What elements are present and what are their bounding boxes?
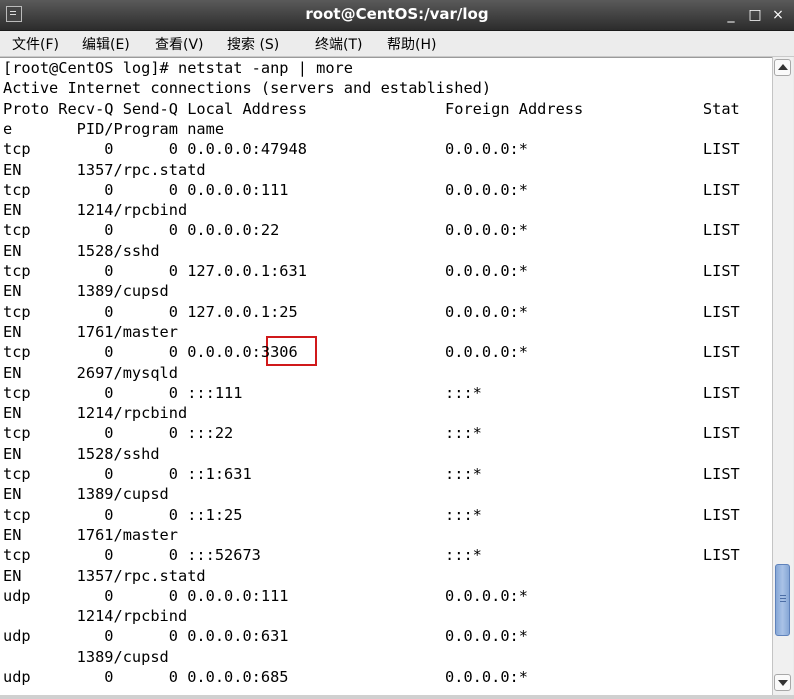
terminal-line: tcp 0 0 0.0.0.0:47948 0.0.0.0:* LIST <box>3 140 740 159</box>
window-title: root@CentOS:/var/log <box>305 5 489 23</box>
scroll-up-button[interactable] <box>774 59 791 76</box>
window-bottom-edge <box>0 695 794 699</box>
menu-edit[interactable]: 编辑(E) <box>82 34 130 54</box>
terminal-line: EN 1761/master <box>3 322 178 341</box>
scroll-down-button[interactable] <box>774 674 791 691</box>
grip-line <box>780 601 786 603</box>
grip-line <box>780 595 786 597</box>
menu-view[interactable]: 查看(V) <box>155 34 204 54</box>
terminal-line: EN 1761/master <box>3 525 178 544</box>
terminal-line: EN 2697/mysqld <box>3 363 178 382</box>
menu-terminal[interactable]: 终端(T) <box>315 34 362 54</box>
minimize-icon[interactable]: _ <box>721 5 741 25</box>
terminal-line: Active Internet connections (servers and… <box>3 79 492 98</box>
terminal-line: tcp 0 0 ::1:25 :::* LIST <box>3 505 740 524</box>
terminal-line: EN 1389/cupsd <box>3 282 169 301</box>
terminal-line: EN 1528/sshd <box>3 241 160 260</box>
menu-help[interactable]: 帮助(H) <box>387 34 436 54</box>
terminal-line: EN 1528/sshd <box>3 444 160 463</box>
terminal-line: udp 0 0 0.0.0.0:685 0.0.0.0:* <box>3 668 528 686</box>
title-bar[interactable]: root@CentOS:/var/log _ □ × <box>0 0 794 31</box>
maximize-icon[interactable]: □ <box>745 5 765 25</box>
terminal-line: e PID/Program name <box>3 119 225 138</box>
terminal-line: EN 1214/rpcbind <box>3 404 188 423</box>
terminal-window: root@CentOS:/var/log _ □ × 文件(F) 编辑(E) 查… <box>0 0 794 699</box>
terminal-line: EN 1357/rpc.statd <box>3 160 206 179</box>
scrollbar-thumb[interactable] <box>775 564 790 637</box>
arrow-down-icon <box>778 680 788 686</box>
menu-search[interactable]: 搜索 (S) <box>227 34 279 54</box>
terminal-line: EN 1389/cupsd <box>3 485 169 504</box>
terminal-line: 1389/cupsd <box>3 647 169 666</box>
terminal-line: tcp 0 0 127.0.0.1:25 0.0.0.0:* LIST <box>3 302 740 321</box>
terminal-output[interactable]: [root@CentOS log]# netstat -anp | more Ac… <box>0 57 772 696</box>
terminal-line: tcp 0 0 0.0.0.0:22 0.0.0.0:* LIST <box>3 221 740 240</box>
terminal-line: udp 0 0 0.0.0.0:631 0.0.0.0:* <box>3 627 528 646</box>
arrow-up-icon <box>778 64 788 70</box>
terminal-line: tcp 0 0 ::1:631 :::* LIST <box>3 465 740 483</box>
terminal-line: tcp 0 0 127.0.0.1:631 0.0.0.0:* LIST <box>3 262 740 280</box>
terminal-line: udp 0 0 0.0.0.0:111 0.0.0.0:* <box>3 586 528 605</box>
terminal-line: tcp 0 0 :::52673 :::* LIST <box>3 546 740 565</box>
close-icon[interactable]: × <box>768 5 788 25</box>
terminal-line: EN 1357/rpc.statd <box>3 566 206 585</box>
terminal-line: Proto Recv-Q Send-Q Local Address Foreig… <box>3 99 740 118</box>
menu-file[interactable]: 文件(F) <box>12 34 59 54</box>
terminal-line: tcp 0 0 :::22 :::* LIST <box>3 424 740 443</box>
terminal-line: [root@CentOS log]# netstat -anp | more <box>3 59 353 77</box>
terminal-line: EN 1214/rpcbind <box>3 201 188 220</box>
grip-line <box>780 598 786 600</box>
terminal-line: 1214/rpcbind <box>3 607 188 626</box>
terminal-line: tcp 0 0 0.0.0.0:111 0.0.0.0:* LIST <box>3 180 740 199</box>
vertical-scrollbar[interactable] <box>772 57 793 695</box>
terminal-line: tcp 0 0 :::111 :::* LIST <box>3 383 740 402</box>
menu-bar: 文件(F) 编辑(E) 查看(V) 搜索 (S) 终端(T) 帮助(H) <box>0 31 794 57</box>
terminal-line: tcp 0 0 0.0.0.0:3306 0.0.0.0:* LIST <box>3 343 740 362</box>
